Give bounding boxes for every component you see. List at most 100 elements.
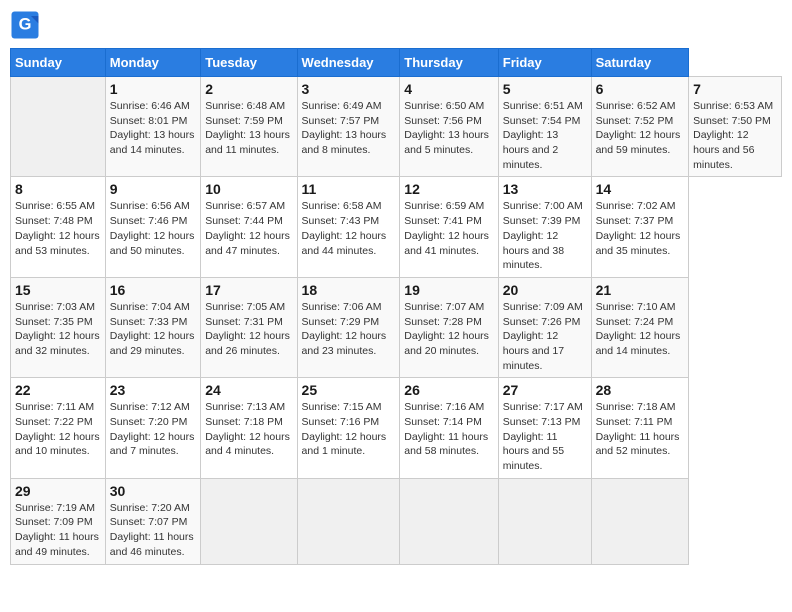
calendar-header-row: SundayMondayTuesdayWednesdayThursdayFrid… (11, 49, 782, 77)
calendar-cell: 20 Sunrise: 7:09 AMSunset: 7:26 PMDayligh… (498, 277, 591, 377)
day-info: Sunrise: 7:00 AMSunset: 7:39 PMDaylight:… (503, 199, 587, 272)
day-info: Sunrise: 7:06 AMSunset: 7:29 PMDaylight:… (302, 300, 396, 359)
day-info: Sunrise: 7:17 AMSunset: 7:13 PMDaylight:… (503, 400, 587, 473)
day-number: 28 (596, 382, 685, 398)
day-number: 19 (404, 282, 493, 298)
calendar-cell: 21 Sunrise: 7:10 AMSunset: 7:24 PMDayligh… (591, 277, 689, 377)
day-info: Sunrise: 6:57 AMSunset: 7:44 PMDaylight:… (205, 199, 292, 258)
calendar-cell: 30Sunrise: 7:20 AMSunset: 7:07 PMDayligh… (105, 478, 200, 564)
day-info: Sunrise: 7:15 AMSunset: 7:16 PMDaylight:… (302, 400, 396, 459)
day-number: 17 (205, 282, 292, 298)
day-number: 21 (596, 282, 685, 298)
calendar-cell: 27 Sunrise: 7:17 AMSunset: 7:13 PMDayligh… (498, 378, 591, 478)
day-number: 29 (15, 483, 101, 499)
day-info: Sunrise: 6:51 AMSunset: 7:54 PMDaylight:… (503, 99, 587, 172)
day-info: Sunrise: 6:50 AMSunset: 7:56 PMDaylight:… (404, 99, 493, 158)
calendar-cell (400, 478, 498, 564)
day-number: 1 (110, 81, 196, 97)
day-number: 24 (205, 382, 292, 398)
calendar-table: SundayMondayTuesdayWednesdayThursdayFrid… (10, 48, 782, 565)
day-info: Sunrise: 6:55 AMSunset: 7:48 PMDaylight:… (15, 199, 101, 258)
day-info: Sunrise: 6:56 AMSunset: 7:46 PMDaylight:… (110, 199, 196, 258)
day-number: 10 (205, 181, 292, 197)
calendar-week-row: 22Sunrise: 7:11 AMSunset: 7:22 PMDayligh… (11, 378, 782, 478)
calendar-cell (498, 478, 591, 564)
calendar-cell: 10 Sunrise: 6:57 AMSunset: 7:44 PMDayligh… (201, 177, 297, 277)
calendar-cell: 13 Sunrise: 7:00 AMSunset: 7:39 PMDayligh… (498, 177, 591, 277)
calendar-cell: 9 Sunrise: 6:56 AMSunset: 7:46 PMDaylight… (105, 177, 200, 277)
calendar-cell: 22Sunrise: 7:11 AMSunset: 7:22 PMDayligh… (11, 378, 106, 478)
calendar-cell: 17 Sunrise: 7:05 AMSunset: 7:31 PMDayligh… (201, 277, 297, 377)
day-of-week-header: Friday (498, 49, 591, 77)
day-number: 12 (404, 181, 493, 197)
day-info: Sunrise: 7:04 AMSunset: 7:33 PMDaylight:… (110, 300, 196, 359)
day-info: Sunrise: 7:10 AMSunset: 7:24 PMDaylight:… (596, 300, 685, 359)
calendar-cell: 26Sunrise: 7:16 AMSunset: 7:14 PMDayligh… (400, 378, 498, 478)
calendar-cell: 29Sunrise: 7:19 AMSunset: 7:09 PMDayligh… (11, 478, 106, 564)
day-number: 15 (15, 282, 101, 298)
day-number: 5 (503, 81, 587, 97)
day-number: 20 (503, 282, 587, 298)
day-info: Sunrise: 7:09 AMSunset: 7:26 PMDaylight:… (503, 300, 587, 373)
calendar-cell: 16 Sunrise: 7:04 AMSunset: 7:33 PMDayligh… (105, 277, 200, 377)
day-number: 25 (302, 382, 396, 398)
day-number: 6 (596, 81, 685, 97)
calendar-cell: 11Sunrise: 6:58 AMSunset: 7:43 PMDayligh… (297, 177, 400, 277)
day-info: Sunrise: 7:18 AMSunset: 7:11 PMDaylight:… (596, 400, 685, 459)
logo-icon: G (10, 10, 40, 40)
day-info: Sunrise: 6:46 AMSunset: 8:01 PMDaylight:… (110, 99, 196, 158)
day-info: Sunrise: 6:59 AMSunset: 7:41 PMDaylight:… (404, 199, 493, 258)
day-info: Sunrise: 7:05 AMSunset: 7:31 PMDaylight:… (205, 300, 292, 359)
day-number: 7 (693, 81, 777, 97)
day-number: 26 (404, 382, 493, 398)
calendar-cell: 7Sunrise: 6:53 AMSunset: 7:50 PMDaylight… (689, 77, 782, 177)
calendar-cell (591, 478, 689, 564)
day-of-week-header: Wednesday (297, 49, 400, 77)
day-info: Sunrise: 7:03 AMSunset: 7:35 PMDaylight:… (15, 300, 101, 359)
day-of-week-header: Monday (105, 49, 200, 77)
calendar-cell: 23Sunrise: 7:12 AMSunset: 7:20 PMDayligh… (105, 378, 200, 478)
logo: G (10, 10, 44, 40)
calendar-cell: 5 Sunrise: 6:51 AMSunset: 7:54 PMDaylight… (498, 77, 591, 177)
day-info: Sunrise: 6:48 AMSunset: 7:59 PMDaylight:… (205, 99, 292, 158)
day-number: 27 (503, 382, 587, 398)
calendar-week-row: 1 Sunrise: 6:46 AMSunset: 8:01 PMDaylight… (11, 77, 782, 177)
calendar-cell: 3Sunrise: 6:49 AMSunset: 7:57 PMDaylight… (297, 77, 400, 177)
calendar-cell: 2 Sunrise: 6:48 AMSunset: 7:59 PMDaylight… (201, 77, 297, 177)
calendar-cell (297, 478, 400, 564)
day-info: Sunrise: 6:49 AMSunset: 7:57 PMDaylight:… (302, 99, 396, 158)
day-of-week-header: Thursday (400, 49, 498, 77)
calendar-cell: 15 Sunrise: 7:03 AMSunset: 7:35 PMDayligh… (11, 277, 106, 377)
day-number: 23 (110, 382, 196, 398)
calendar-week-row: 8 Sunrise: 6:55 AMSunset: 7:48 PMDaylight… (11, 177, 782, 277)
calendar-cell: 19Sunrise: 7:07 AMSunset: 7:28 PMDayligh… (400, 277, 498, 377)
calendar-cell (11, 77, 106, 177)
day-number: 13 (503, 181, 587, 197)
day-info: Sunrise: 6:52 AMSunset: 7:52 PMDaylight:… (596, 99, 685, 158)
calendar-cell: 8 Sunrise: 6:55 AMSunset: 7:48 PMDaylight… (11, 177, 106, 277)
day-number: 8 (15, 181, 101, 197)
day-of-week-header: Saturday (591, 49, 689, 77)
day-number: 18 (302, 282, 396, 298)
calendar-cell: 12 Sunrise: 6:59 AMSunset: 7:41 PMDayligh… (400, 177, 498, 277)
day-number: 14 (596, 181, 685, 197)
calendar-cell: 14 Sunrise: 7:02 AMSunset: 7:37 PMDayligh… (591, 177, 689, 277)
calendar-cell: 6 Sunrise: 6:52 AMSunset: 7:52 PMDaylight… (591, 77, 689, 177)
calendar-cell: 25 Sunrise: 7:15 AMSunset: 7:16 PMDayligh… (297, 378, 400, 478)
day-info: Sunrise: 6:58 AMSunset: 7:43 PMDaylight:… (302, 199, 396, 258)
calendar-cell (201, 478, 297, 564)
day-number: 22 (15, 382, 101, 398)
day-number: 2 (205, 81, 292, 97)
day-info: Sunrise: 7:13 AMSunset: 7:18 PMDaylight:… (205, 400, 292, 459)
calendar-cell: 1 Sunrise: 6:46 AMSunset: 8:01 PMDaylight… (105, 77, 200, 177)
calendar-week-row: 29Sunrise: 7:19 AMSunset: 7:09 PMDayligh… (11, 478, 782, 564)
calendar-cell: 24 Sunrise: 7:13 AMSunset: 7:18 PMDayligh… (201, 378, 297, 478)
calendar-week-row: 15 Sunrise: 7:03 AMSunset: 7:35 PMDayligh… (11, 277, 782, 377)
day-number: 9 (110, 181, 196, 197)
calendar-cell: 28 Sunrise: 7:18 AMSunset: 7:11 PMDayligh… (591, 378, 689, 478)
day-number: 30 (110, 483, 196, 499)
day-info: Sunrise: 7:02 AMSunset: 7:37 PMDaylight:… (596, 199, 685, 258)
day-of-week-header: Tuesday (201, 49, 297, 77)
day-number: 16 (110, 282, 196, 298)
page-header: G (10, 10, 782, 40)
